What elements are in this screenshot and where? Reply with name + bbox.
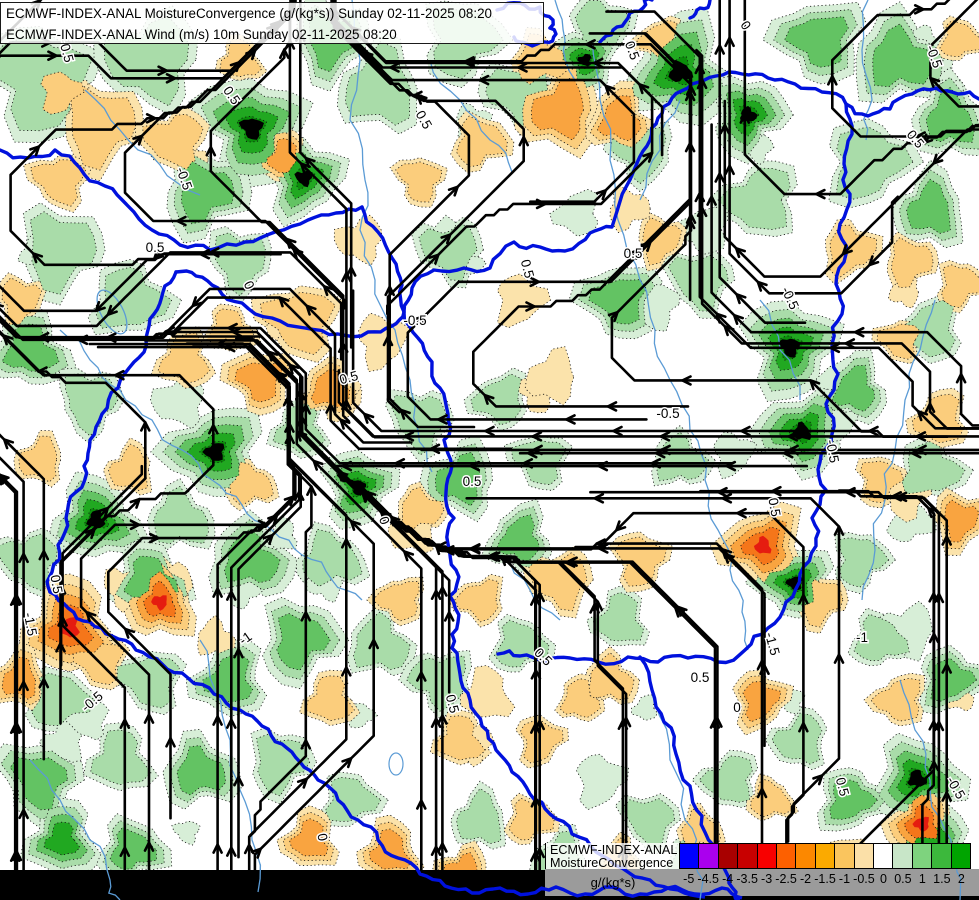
colorbar-cell [679,843,700,869]
colorbar-cell [776,843,797,869]
colorbar-cell [873,843,894,869]
contour-label: 0.5 [47,574,65,595]
colorbar-cell [853,843,875,869]
colorbar-cell [698,843,719,869]
colorbar-tick-label: -2.5 [775,872,797,886]
contour-label: 0.5 [765,497,783,518]
colorbar-cell [950,843,972,869]
legend-title-line1: ECMWF-INDEX-ANAL [550,843,678,857]
weather-map-screenshot: -0.5 0.5 0.5 -0.5 0.5 -0.5 0.5 0 -0.5 0.5 0.5 -0.5-… [0,0,979,900]
contour-label: -1 [856,630,868,645]
weather-map-canvas: -0.50.50.5-0.50.5-0.50.50-0.50.50.5-0.5-… [0,0,979,900]
colorbar [679,843,972,869]
map-title-line2: ECMWF-INDEX-ANAL Wind (m/s) 10m Sunday 0… [6,26,397,42]
colorbar-cell [814,843,836,869]
map-title-line1: ECMWF-INDEX-ANAL MoistureConvergence (g/… [6,6,492,21]
legend-title-box: ECMWF-INDEX-ANAL MoistureConvergence [545,843,682,869]
colorbar-tick-label: 0 [879,872,887,886]
contour-label: -0.5 [403,313,426,328]
colorbar-tick-label: -3 [761,872,773,886]
colorbar-tick-label: -4.5 [697,872,719,886]
colorbar-tick-label: -4 [722,872,734,886]
colorbar-cell [834,843,855,869]
colorbar-tick-label: -0.5 [853,872,875,886]
colorbar-tick-label: 2 [957,872,965,886]
legend-units-label: g/(kg*s) [590,875,636,890]
colorbar-cell [911,843,933,869]
bottom-black-band [0,870,546,900]
legend-title-line2: MoistureConvergence [550,855,674,870]
colorbar-tick-label: -1.5 [814,872,836,886]
colorbar-tick-label: -1 [838,872,851,886]
colorbar-cell [756,843,778,869]
colorbar-tick-label: -3.5 [736,872,758,886]
map-title-box: ECMWF-INDEX-ANAL MoistureConvergence (g/… [0,2,544,44]
contour-label: 0.5 [691,670,710,685]
colorbar-tick-label: -2 [799,872,812,886]
contour-label: 0 [733,700,741,715]
legend-bottom-strip [545,896,979,900]
contour-label: -0.5 [656,406,679,421]
contour-label: 0.5 [463,474,482,489]
colorbar-tick-label: 0.5 [894,872,912,886]
colorbar-cell [892,843,913,869]
colorbar-cell [737,843,758,869]
contour-label: 0.5 [146,240,165,255]
colorbar-cell [717,843,739,869]
contour-label: 0.5 [624,246,643,261]
colorbar-tick-label: -5 [683,872,695,886]
colorbar-tick-label: 1 [918,872,926,886]
colorbar-tick-label: 1.5 [933,872,951,886]
colorbar-cell [795,843,816,869]
colorbar-cell [931,843,952,869]
